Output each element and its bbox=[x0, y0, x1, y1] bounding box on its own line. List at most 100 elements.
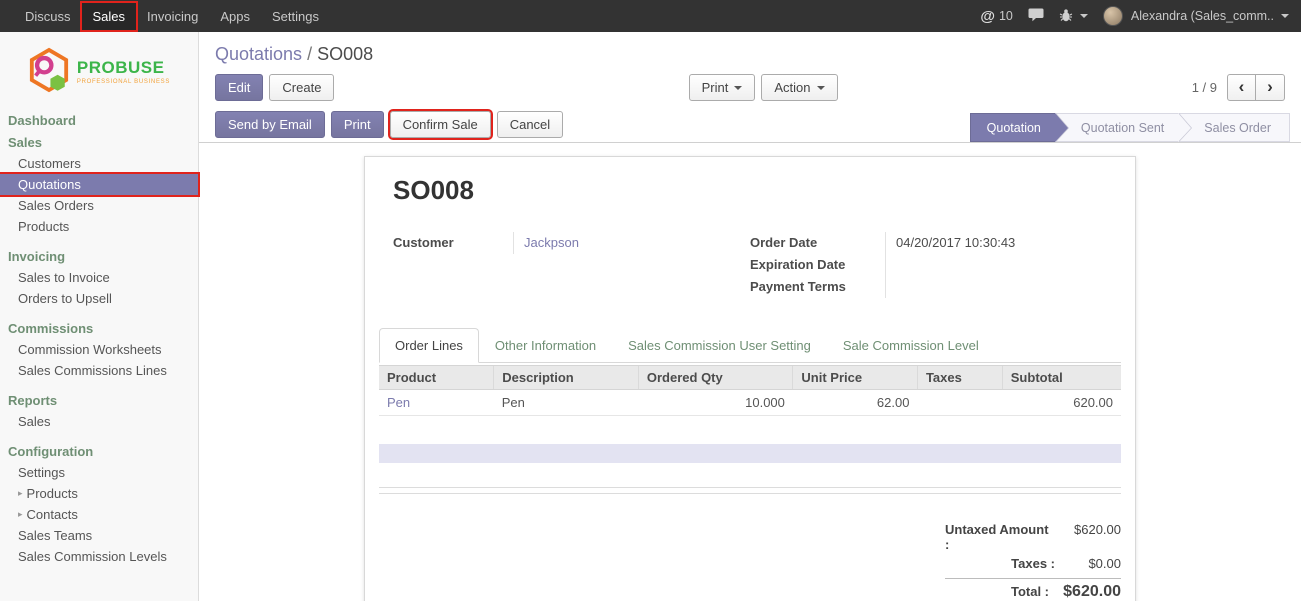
top-menu-invoicing[interactable]: Invoicing bbox=[136, 3, 209, 30]
sidebar-item-sales-teams[interactable]: Sales Teams bbox=[0, 525, 198, 546]
right-field-group: Order Date 04/20/2017 10:30:43 Expiratio… bbox=[750, 232, 1107, 298]
customer-label: Customer bbox=[393, 232, 513, 254]
sheet: SO008 Customer Jackpson Order Date 04/20… bbox=[364, 156, 1136, 601]
sidebar-item-reports-sales[interactable]: Sales bbox=[0, 411, 198, 432]
cell-product[interactable]: Pen bbox=[379, 390, 494, 416]
sidebar-item-products[interactable]: Products bbox=[0, 216, 198, 237]
sidebar-item-orders-to-upsell[interactable]: Orders to Upsell bbox=[0, 288, 198, 309]
status-step-sales-order[interactable]: Sales Order bbox=[1178, 113, 1290, 142]
sidebar-item-config-products[interactable]: ▸ Products bbox=[0, 483, 198, 504]
sidebar-section-configuration: Configuration Settings ▸ Products ▸ Cont… bbox=[0, 441, 198, 567]
tab-sales-commission-user-setting[interactable]: Sales Commission User Setting bbox=[612, 328, 827, 363]
probuse-logo[interactable]: PROBUSE PROFESSIONAL BUSINESS bbox=[0, 32, 198, 108]
create-button[interactable]: Create bbox=[269, 74, 334, 101]
activities-menu[interactable]: @ 10 bbox=[980, 8, 1013, 25]
cell-subtotal: 620.00 bbox=[1002, 390, 1121, 416]
tab-order-lines[interactable]: Order Lines bbox=[379, 328, 479, 363]
top-menu-sales[interactable]: Sales bbox=[82, 3, 137, 30]
sidebar-item-customers[interactable]: Customers bbox=[0, 153, 198, 174]
systray: @ 10 Alexandra (Sales_comm.. bbox=[980, 6, 1289, 26]
breadcrumb-quotations[interactable]: Quotations bbox=[215, 44, 302, 64]
caret-down-icon bbox=[734, 86, 742, 90]
chevron-right-icon: ▸ bbox=[18, 486, 23, 501]
bug-icon bbox=[1059, 8, 1073, 25]
sidebar-item-sales-commissions-lines[interactable]: Sales Commissions Lines bbox=[0, 360, 198, 381]
column-taxes: Taxes bbox=[917, 366, 1002, 390]
edit-button[interactable]: Edit bbox=[215, 74, 263, 101]
payment-terms-label: Payment Terms bbox=[750, 276, 885, 298]
totals-divider bbox=[945, 578, 1121, 579]
control-panel: Edit Create Print Action 1 / 9 ‹ › bbox=[199, 65, 1301, 101]
caret-down-icon bbox=[1281, 14, 1289, 18]
mention-count: 10 bbox=[999, 9, 1013, 23]
messages-menu[interactable] bbox=[1028, 8, 1044, 25]
probuse-logo-text: PROBUSE PROFESSIONAL BUSINESS bbox=[77, 59, 170, 85]
sidebar-heading-dashboard[interactable]: Dashboard bbox=[0, 110, 198, 131]
top-menu-settings[interactable]: Settings bbox=[261, 3, 330, 30]
pager-previous-button[interactable]: ‹ bbox=[1227, 74, 1256, 101]
table-row[interactable]: Pen Pen 10.000 62.00 620.00 bbox=[379, 390, 1121, 416]
table-header-row: Product Description Ordered Qty Unit Pri… bbox=[379, 366, 1121, 390]
order-date-label: Order Date bbox=[750, 232, 885, 254]
sidebar-item-sales-commission-levels[interactable]: Sales Commission Levels bbox=[0, 546, 198, 567]
field-groups: Customer Jackpson Order Date 04/20/2017 … bbox=[393, 232, 1107, 298]
separator-lines bbox=[379, 487, 1121, 494]
customer-value[interactable]: Jackpson bbox=[513, 232, 750, 254]
sidebar-section-invoicing: Invoicing Sales to Invoice Orders to Ups… bbox=[0, 246, 198, 309]
chevron-right-icon: ▸ bbox=[18, 507, 23, 522]
field-expiration-date: Expiration Date bbox=[750, 254, 1107, 276]
caret-down-icon bbox=[1080, 14, 1088, 18]
column-product: Product bbox=[379, 366, 494, 390]
action-dropdown[interactable]: Action bbox=[761, 74, 837, 101]
sidebar-item-quotations[interactable]: Quotations bbox=[0, 174, 198, 195]
confirm-sale-button[interactable]: Confirm Sale bbox=[390, 111, 491, 138]
taxes-row: Taxes : $0.00 bbox=[945, 554, 1121, 573]
brand-name: PROBUSE bbox=[77, 59, 170, 76]
status-step-quotation[interactable]: Quotation bbox=[970, 113, 1055, 142]
sidebar: PROBUSE PROFESSIONAL BUSINESS Dashboard … bbox=[0, 32, 199, 601]
untaxed-amount-label: Untaxed Amount : bbox=[945, 522, 1056, 552]
sidebar-item-sales-orders[interactable]: Sales Orders bbox=[0, 195, 198, 216]
top-navbar: Discuss Sales Invoicing Apps Settings @ … bbox=[0, 0, 1301, 32]
sidebar-heading-reports[interactable]: Reports bbox=[0, 390, 198, 411]
sidebar-heading-sales[interactable]: Sales bbox=[0, 132, 198, 153]
user-menu[interactable]: Alexandra (Sales_comm.. bbox=[1103, 6, 1289, 26]
taxes-value: $0.00 bbox=[1055, 556, 1121, 571]
tab-other-information[interactable]: Other Information bbox=[479, 328, 612, 363]
statusbar-row: Send by Email Print Confirm Sale Cancel … bbox=[199, 110, 1301, 143]
sidebar-item-settings[interactable]: Settings bbox=[0, 462, 198, 483]
untaxed-amount-value: $620.00 bbox=[1056, 522, 1121, 537]
brand-tagline: PROFESSIONAL BUSINESS bbox=[77, 79, 170, 85]
sidebar-item-config-contacts[interactable]: ▸ Contacts bbox=[0, 504, 198, 525]
send-by-email-button[interactable]: Send by Email bbox=[215, 111, 325, 138]
top-menu-discuss[interactable]: Discuss bbox=[14, 3, 82, 30]
breadcrumb-separator: / bbox=[302, 44, 317, 64]
column-unit-price: Unit Price bbox=[793, 366, 918, 390]
column-ordered-qty: Ordered Qty bbox=[638, 366, 793, 390]
pager: 1 / 9 ‹ › bbox=[1192, 74, 1285, 101]
empty-section-row bbox=[379, 444, 1121, 463]
sidebar-section-commissions: Commissions Commission Worksheets Sales … bbox=[0, 318, 198, 381]
print-button[interactable]: Print bbox=[331, 111, 384, 138]
sidebar-heading-commissions[interactable]: Commissions bbox=[0, 318, 198, 339]
expiration-date-label: Expiration Date bbox=[750, 254, 885, 276]
pager-value: 1 / 9 bbox=[1192, 80, 1217, 95]
cancel-button[interactable]: Cancel bbox=[497, 111, 563, 138]
main-content: Quotations/SO008 Edit Create Print Actio… bbox=[199, 32, 1301, 601]
tab-sale-commission-level[interactable]: Sale Commission Level bbox=[827, 328, 995, 363]
caret-down-icon bbox=[817, 86, 825, 90]
order-date-value: 04/20/2017 10:30:43 bbox=[885, 232, 1107, 254]
probuse-logo-mark-icon bbox=[28, 47, 70, 96]
sidebar-heading-invoicing[interactable]: Invoicing bbox=[0, 246, 198, 267]
sidebar-item-sales-to-invoice[interactable]: Sales to Invoice bbox=[0, 267, 198, 288]
sidebar-item-commission-worksheets[interactable]: Commission Worksheets bbox=[0, 339, 198, 360]
print-dropdown[interactable]: Print bbox=[689, 74, 756, 101]
sidebar-heading-configuration[interactable]: Configuration bbox=[0, 441, 198, 462]
status-step-quotation-sent[interactable]: Quotation Sent bbox=[1055, 113, 1178, 142]
pager-next-button[interactable]: › bbox=[1256, 74, 1285, 101]
debug-menu[interactable] bbox=[1059, 8, 1088, 25]
top-menu-apps[interactable]: Apps bbox=[209, 3, 261, 30]
payment-terms-value bbox=[885, 276, 1107, 298]
chat-bubble-icon bbox=[1028, 8, 1044, 25]
record-buttons: Edit Create bbox=[215, 74, 334, 101]
